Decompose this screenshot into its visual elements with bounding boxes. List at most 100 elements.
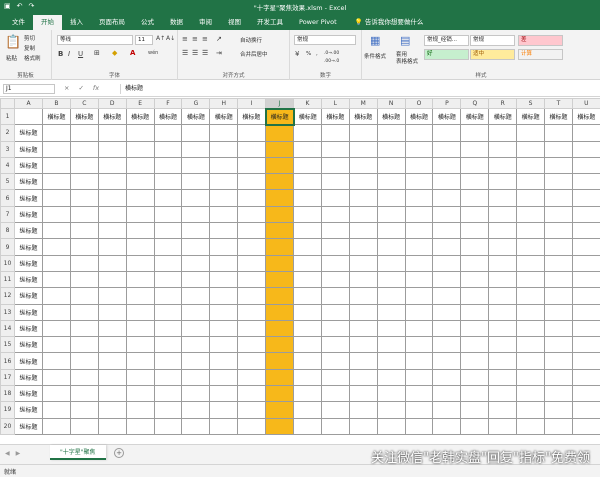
cell-G7[interactable] <box>181 205 211 224</box>
cell-P11[interactable] <box>432 270 462 289</box>
cell-U19[interactable] <box>571 401 600 419</box>
column-header[interactable]: G <box>181 98 211 109</box>
cell-U21[interactable] <box>571 433 600 435</box>
cell-S21[interactable] <box>516 433 546 435</box>
align-middle-icon[interactable]: ≡ <box>192 35 198 43</box>
ribbon-tab[interactable]: 页面布局 <box>91 15 133 30</box>
cell-K19[interactable] <box>293 401 322 419</box>
cell-M8[interactable] <box>348 222 378 240</box>
cell-C3[interactable] <box>69 140 99 158</box>
cell-A10[interactable]: 纵标题 <box>14 254 43 272</box>
column-header[interactable]: T <box>544 98 573 109</box>
cell-B20[interactable] <box>42 417 71 435</box>
cell-I19[interactable] <box>237 401 267 419</box>
cell-N11[interactable] <box>376 270 406 289</box>
cell-Q4[interactable] <box>460 156 490 175</box>
cell-N9[interactable] <box>376 238 406 256</box>
cell-J17[interactable] <box>265 368 295 387</box>
cell-J19[interactable] <box>265 401 295 419</box>
cell-B3[interactable] <box>42 140 71 158</box>
ribbon-tab[interactable]: Power Pivot <box>291 15 345 30</box>
cell-B19[interactable] <box>42 401 71 419</box>
cell-style-option[interactable]: 计算 <box>518 49 563 60</box>
cell-C13[interactable] <box>69 303 99 321</box>
cell-B9[interactable] <box>42 238 71 256</box>
cell-P18[interactable] <box>432 385 462 403</box>
cell-D12[interactable] <box>97 287 127 305</box>
cell-R17[interactable] <box>488 368 518 387</box>
cell-L21[interactable] <box>320 433 350 435</box>
cell-L7[interactable] <box>320 205 350 224</box>
cell-R14[interactable] <box>488 319 518 338</box>
column-header[interactable]: M <box>348 98 378 109</box>
align-right-icon[interactable]: ☰ <box>202 49 208 57</box>
column-header[interactable]: A <box>14 98 43 109</box>
cell-Q2[interactable] <box>460 124 490 142</box>
cell-H2[interactable] <box>209 124 239 142</box>
cell-S5[interactable] <box>516 173 546 191</box>
cell-A13[interactable]: 纵标题 <box>14 303 43 321</box>
cell-U20[interactable] <box>571 417 600 435</box>
cell-J4[interactable] <box>265 156 295 175</box>
increase-decimal-button[interactable]: .0→.00 <box>324 51 339 56</box>
row-header[interactable]: 5 <box>0 173 15 191</box>
cell-O21[interactable] <box>404 433 434 435</box>
cell-I21[interactable] <box>237 433 267 435</box>
cell-N1[interactable]: 横标题 <box>376 107 406 126</box>
cell-O15[interactable] <box>404 336 434 354</box>
cell-I8[interactable] <box>237 222 267 240</box>
cell-A8[interactable]: 纵标题 <box>14 222 43 240</box>
cell-O16[interactable] <box>404 352 434 370</box>
cell-E12[interactable] <box>125 287 155 305</box>
cell-C18[interactable] <box>69 385 99 403</box>
cell-D11[interactable] <box>97 270 127 289</box>
cell-D9[interactable] <box>97 238 127 256</box>
cell-T5[interactable] <box>544 173 573 191</box>
cell-T11[interactable] <box>544 270 573 289</box>
cell-F16[interactable] <box>153 352 183 370</box>
cell-K2[interactable] <box>293 124 322 142</box>
cell-O12[interactable] <box>404 287 434 305</box>
cell-I18[interactable] <box>237 385 267 403</box>
cell-Q19[interactable] <box>460 401 490 419</box>
cell-U5[interactable] <box>571 173 600 191</box>
cell-N12[interactable] <box>376 287 406 305</box>
cell-R9[interactable] <box>488 238 518 256</box>
cell-I7[interactable] <box>237 205 267 224</box>
cell-N17[interactable] <box>376 368 406 387</box>
cell-N2[interactable] <box>376 124 406 142</box>
cell-K9[interactable] <box>293 238 322 256</box>
cell-S3[interactable] <box>516 140 546 158</box>
cell-K5[interactable] <box>293 173 322 191</box>
cell-B12[interactable] <box>42 287 71 305</box>
cell-H17[interactable] <box>209 368 239 387</box>
cell-M15[interactable] <box>348 336 378 354</box>
cell-I16[interactable] <box>237 352 267 370</box>
cell-F10[interactable] <box>153 254 183 272</box>
cell-S14[interactable] <box>516 319 546 338</box>
cell-C15[interactable] <box>69 336 99 354</box>
cell-N3[interactable] <box>376 140 406 158</box>
cell-Q3[interactable] <box>460 140 490 158</box>
row-header[interactable]: 8 <box>0 222 15 240</box>
cell-O7[interactable] <box>404 205 434 224</box>
merge-center-button[interactable]: 合并后居中 <box>240 50 268 58</box>
cell-N20[interactable] <box>376 417 406 435</box>
cell-P17[interactable] <box>432 368 462 387</box>
cell-J5[interactable] <box>265 173 295 191</box>
column-header[interactable]: Q <box>460 98 490 109</box>
cell-T16[interactable] <box>544 352 573 370</box>
cell-H15[interactable] <box>209 336 239 354</box>
cell-Q12[interactable] <box>460 287 490 305</box>
cell-I4[interactable] <box>237 156 267 175</box>
cell-T3[interactable] <box>544 140 573 158</box>
cell-F13[interactable] <box>153 303 183 321</box>
cell-I20[interactable] <box>237 417 267 435</box>
cell-S12[interactable] <box>516 287 546 305</box>
cell-I1[interactable]: 横标题 <box>237 107 267 126</box>
column-header[interactable]: K <box>293 98 322 109</box>
ribbon-tab[interactable]: 公式 <box>133 15 162 30</box>
cell-O13[interactable] <box>404 303 434 321</box>
cell-O3[interactable] <box>404 140 434 158</box>
cell-O9[interactable] <box>404 238 434 256</box>
